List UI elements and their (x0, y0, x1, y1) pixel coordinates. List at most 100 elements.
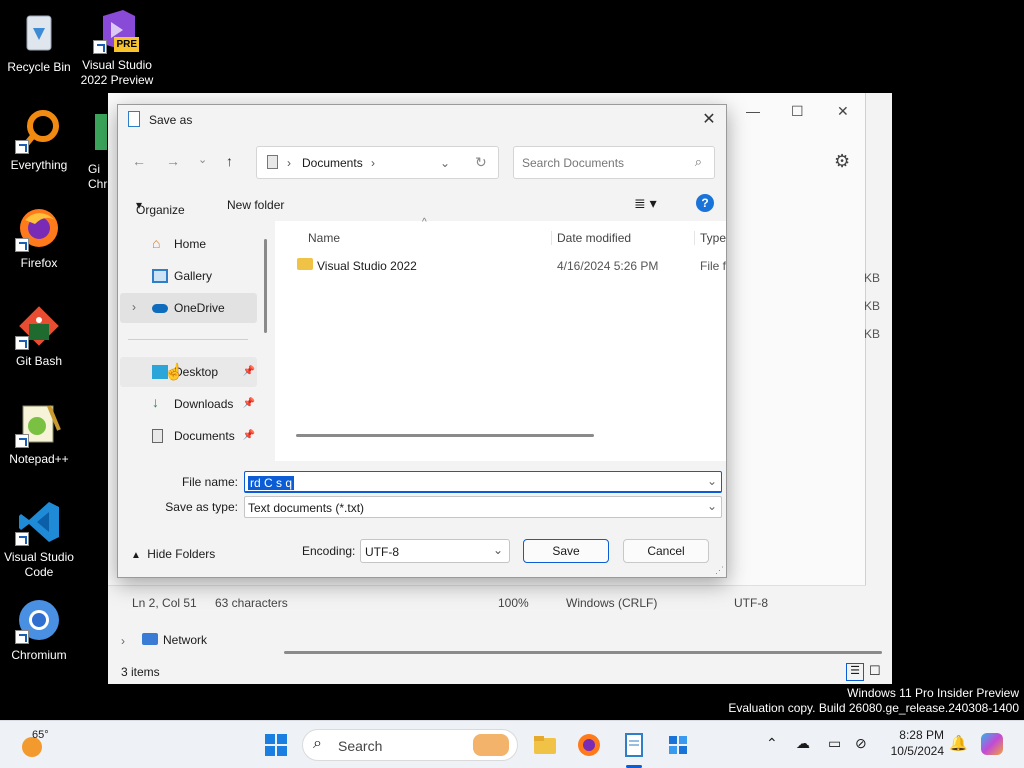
maximize-icon[interactable]: ☐ (791, 103, 804, 120)
shortcut-arrow-icon (15, 238, 29, 252)
expand-chevron-icon[interactable]: › (121, 634, 125, 648)
watermark-line: Evaluation copy. Build 26080.ge_release.… (728, 701, 1019, 715)
file-size: KB (864, 271, 881, 285)
save-as-type-value: Text documents (*.txt) (248, 501, 365, 515)
hide-folders-button[interactable]: ▲ Hide Folders (131, 547, 215, 561)
nav-item-documents[interactable]: Documents 📌 (120, 421, 257, 451)
save-as-dialog: Save as ✕ ← → ⌄ ↑ › Documents › ⌄ ↻ Sear… (117, 104, 727, 578)
notification-bell-icon[interactable]: 🔔 (949, 734, 968, 752)
weather-widget[interactable]: 65° (20, 729, 60, 761)
nav-item-gallery[interactable]: Gallery (120, 261, 257, 291)
up-arrow-icon[interactable]: ↑ (226, 153, 233, 169)
search-placeholder: Search Documents (522, 156, 625, 170)
close-icon[interactable]: ✕ (837, 103, 849, 120)
dev-app-taskbar-icon[interactable] (666, 733, 690, 757)
network-off-icon[interactable]: ☁ (796, 735, 810, 752)
resize-grip-icon[interactable]: ⋰ (715, 565, 724, 576)
help-icon[interactable]: ? (696, 194, 714, 212)
desktop-icon-label: Firefox (20, 256, 58, 270)
file-explorer-taskbar-icon[interactable] (533, 733, 557, 757)
divider (128, 339, 248, 340)
desktop-icon-everything[interactable]: Everything (0, 106, 78, 173)
status-position: Ln 2, Col 51 (132, 596, 197, 610)
pin-icon: 📌 (242, 398, 255, 409)
display-icon[interactable]: ▭ (828, 735, 841, 752)
taskbar-search-box[interactable]: ⌕ Search (302, 729, 518, 761)
address-dropdown-icon[interactable]: ⌄ (440, 156, 450, 170)
column-header-name[interactable]: Name (308, 231, 340, 245)
nav-item-label: Home (174, 237, 207, 251)
refresh-icon[interactable]: ↻ (475, 154, 487, 171)
nav-item-home[interactable]: ⌂ Home (120, 229, 257, 259)
horizontal-scrollbar[interactable] (296, 434, 594, 437)
recycle-bin-icon (15, 8, 63, 56)
file-type: File fo (700, 259, 726, 273)
desktop-icon-git-bash[interactable]: Git Bash (0, 302, 78, 369)
firefox-taskbar-icon[interactable] (577, 733, 601, 757)
onedrive-icon (152, 304, 168, 313)
chevron-down-icon: ⌄ (706, 499, 717, 513)
no-internet-icon[interactable]: ⊘ (855, 735, 867, 752)
address-bar[interactable]: › Documents › ⌄ ↻ (256, 146, 499, 179)
nav-item-desktop[interactable]: Desktop 📌 (120, 357, 257, 387)
desktop-icon-notepad-plus-plus[interactable]: Notepad++ (0, 400, 78, 467)
horizontal-scrollbar[interactable] (284, 651, 882, 654)
column-header-date-modified[interactable]: Date modified (551, 231, 631, 245)
chevron-down-icon[interactable]: ⌄ (707, 474, 717, 488)
column-header-type[interactable]: Type (694, 231, 726, 245)
nav-item-downloads[interactable]: ↓ Downloads 📌 (120, 389, 257, 419)
status-encoding: UTF-8 (734, 596, 768, 610)
start-button[interactable] (264, 733, 288, 757)
cancel-button[interactable]: Cancel (623, 539, 709, 563)
nav-item-onedrive[interactable]: › OneDrive (120, 293, 257, 323)
encoding-select[interactable]: UTF-8 ⌄ (360, 539, 510, 563)
encoding-value: UTF-8 (365, 545, 399, 559)
home-icon: ⌂ (152, 235, 161, 251)
documents-icon (152, 429, 163, 443)
notepad-status-bar: Ln 2, Col 51 63 characters 100% Windows … (108, 585, 866, 617)
details-view-icon[interactable]: ☰ (846, 663, 864, 681)
preview-badge: PRE (114, 37, 139, 52)
search-icon: ⌕ (694, 154, 702, 169)
status-zoom: 100% (498, 596, 529, 610)
nav-item-label: Gallery (174, 269, 213, 283)
recent-dropdown-icon[interactable]: ⌄ (198, 153, 207, 166)
chevron-up-icon[interactable]: ⌃ (766, 735, 778, 752)
clock[interactable]: 8:28 PM 10/5/2024 (882, 727, 944, 759)
expand-chevron-icon[interactable]: › (132, 300, 136, 314)
settings-gear-icon[interactable]: ⚙ (834, 151, 850, 172)
back-arrow-icon[interactable]: ← (132, 153, 146, 169)
desktop-icon-label: Visual Studio 2022 Preview (80, 58, 154, 87)
new-folder-button[interactable]: New folder (227, 198, 284, 212)
breadcrumb[interactable]: Documents (302, 156, 363, 170)
nav-network[interactable]: Network (163, 633, 207, 647)
desktop-icon-firefox[interactable]: Firefox (0, 204, 78, 271)
save-button[interactable]: Save (523, 539, 609, 563)
organize-button[interactable]: Organize ▾ (136, 198, 185, 217)
nav-scrollbar[interactable] (264, 239, 267, 333)
tiles-view-icon[interactable]: ☐ (869, 663, 881, 679)
file-name: Visual Studio 2022 (317, 259, 417, 273)
view-options-icon[interactable]: ≣ ▾ (634, 195, 657, 212)
desktop-icon-label: Git Bash (15, 354, 63, 368)
dialog-close-button[interactable]: ✕ (698, 109, 720, 131)
file-row[interactable]: Visual Studio 2022 4/16/2024 5:26 PM Fil… (275, 255, 726, 277)
desktop-icon-visual-studio-preview[interactable]: PRE Visual Studio 2022 Preview (78, 6, 156, 88)
shortcut-arrow-icon (93, 40, 107, 54)
mouse-cursor-icon: ☝ (164, 364, 184, 381)
file-date: 4/16/2024 5:26 PM (557, 259, 659, 273)
minimize-icon[interactable]: — (746, 103, 760, 119)
desktop-icon-recycle-bin[interactable]: Recycle Bin (0, 8, 78, 75)
desktop-icon-vscode[interactable]: Visual Studio Code (0, 498, 78, 580)
copilot-icon[interactable] (981, 733, 1003, 755)
file-name-input[interactable]: rd C s q ⌄ (244, 471, 722, 493)
notepad-taskbar-icon[interactable] (622, 733, 646, 757)
desktop-icon-chrome-partial[interactable]: Gi Chr (80, 110, 110, 192)
desktop-icon-chromium[interactable]: Chromium (0, 596, 78, 663)
forward-arrow-icon[interactable]: → (166, 153, 180, 169)
search-icon: ⌕ (313, 735, 322, 752)
save-as-type-select[interactable]: Text documents (*.txt) ⌄ (244, 496, 722, 518)
clock-date: 10/5/2024 (890, 744, 944, 758)
search-documents-input[interactable]: Search Documents ⌕ (513, 146, 715, 179)
file-list-pane: ^ Name Date modified Type Visual Studio … (275, 217, 726, 461)
